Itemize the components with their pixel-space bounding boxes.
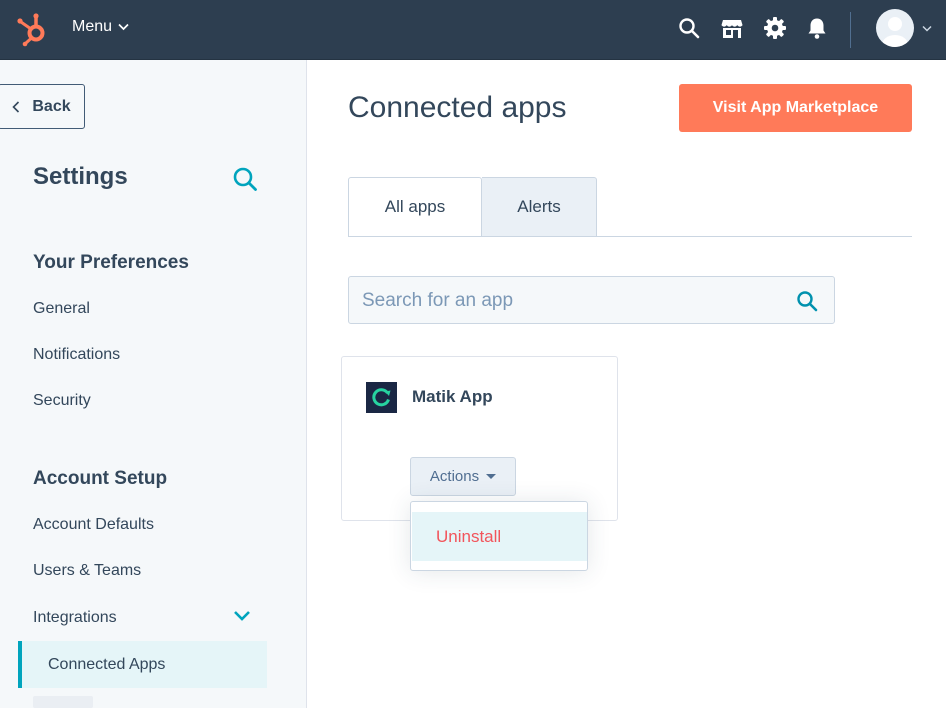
bell-icon[interactable] bbox=[805, 16, 829, 40]
caret-down-icon bbox=[486, 474, 497, 479]
sidebar-item-general[interactable]: General bbox=[33, 300, 90, 318]
sidebar-item-security[interactable]: Security bbox=[33, 392, 91, 410]
hubspot-logo[interactable] bbox=[16, 11, 50, 47]
chevron-left-icon bbox=[12, 100, 20, 113]
user-silhouette-icon bbox=[882, 17, 908, 47]
sidebar-item-integrations[interactable]: Integrations bbox=[33, 609, 117, 627]
section-heading-your-preferences: Your Preferences bbox=[33, 252, 189, 273]
matik-app-logo bbox=[366, 382, 397, 413]
actions-label: Actions bbox=[429, 468, 480, 485]
tabs-divider bbox=[348, 236, 912, 237]
app-name: Matik App bbox=[412, 387, 493, 406]
tab-alerts[interactable]: Alerts bbox=[482, 177, 597, 237]
search-icon[interactable] bbox=[677, 16, 701, 40]
chevron-down-icon bbox=[118, 23, 129, 31]
search-icon[interactable] bbox=[796, 290, 818, 312]
section-heading-account-setup: Account Setup bbox=[33, 468, 168, 489]
app-card bbox=[341, 356, 618, 521]
app-search-box bbox=[348, 276, 835, 325]
settings-sidebar: Back Settings Your Preferences General N… bbox=[0, 60, 307, 708]
search-input[interactable] bbox=[349, 277, 794, 325]
account-menu[interactable] bbox=[876, 9, 932, 47]
sidebar-item-connected-apps[interactable]: Connected Apps bbox=[18, 641, 267, 688]
sidebar-item-partial bbox=[33, 696, 93, 708]
actions-dropdown-button[interactable]: Actions bbox=[410, 457, 516, 496]
menu-button[interactable]: Menu bbox=[72, 18, 129, 36]
sidebar-item-notifications[interactable]: Notifications bbox=[33, 346, 120, 364]
marketplace-icon[interactable] bbox=[720, 16, 744, 40]
chevron-down-icon bbox=[922, 25, 932, 32]
gear-icon[interactable] bbox=[763, 16, 787, 40]
top-navigation-bar: Menu bbox=[0, 0, 946, 60]
sidebar-item-users-teams[interactable]: Users & Teams bbox=[33, 562, 141, 580]
sidebar-item-account-defaults[interactable]: Account Defaults bbox=[33, 516, 154, 534]
uninstall-menu-item[interactable]: Uninstall bbox=[412, 512, 587, 561]
nav-divider bbox=[850, 12, 851, 48]
sidebar-item-label: Connected Apps bbox=[48, 655, 166, 673]
actions-dropdown-menu: Uninstall bbox=[410, 501, 588, 571]
page-title: Connected apps bbox=[348, 91, 567, 124]
search-icon[interactable] bbox=[232, 166, 258, 192]
avatar[interactable] bbox=[876, 9, 914, 47]
visit-app-marketplace-button[interactable]: Visit App Marketplace bbox=[679, 84, 912, 132]
settings-title: Settings bbox=[33, 163, 128, 190]
chevron-down-icon[interactable] bbox=[232, 609, 252, 623]
menu-label: Menu bbox=[72, 18, 113, 35]
back-label: Back bbox=[32, 97, 71, 115]
back-button[interactable]: Back bbox=[0, 84, 85, 129]
tab-all-apps[interactable]: All apps bbox=[348, 177, 482, 237]
